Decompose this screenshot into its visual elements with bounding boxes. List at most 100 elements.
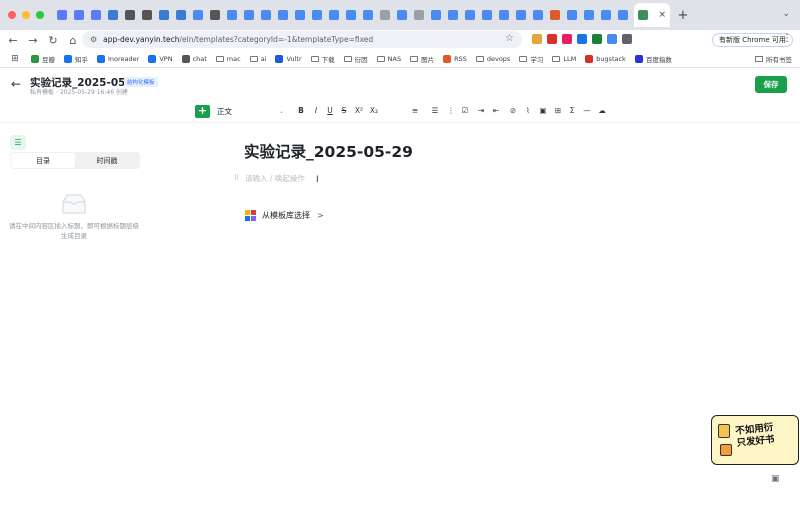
align-button[interactable]: ≡ bbox=[410, 106, 420, 115]
pinned-tab[interactable] bbox=[173, 4, 189, 26]
close-tab-icon[interactable]: × bbox=[658, 10, 666, 20]
pinned-tab[interactable] bbox=[411, 4, 427, 26]
pinned-tab[interactable] bbox=[445, 4, 461, 26]
tab-search-icon[interactable]: ⌄ bbox=[782, 9, 790, 19]
bookmark-item[interactable]: 衍因 bbox=[343, 54, 368, 64]
bookmark-item[interactable]: Inoreader bbox=[97, 54, 139, 63]
pinned-tab[interactable] bbox=[224, 4, 240, 26]
more-button[interactable]: ☁ bbox=[597, 106, 607, 115]
new-tab-button[interactable]: + bbox=[676, 8, 690, 23]
pinned-tab[interactable] bbox=[105, 4, 121, 26]
pinned-tab[interactable] bbox=[241, 4, 257, 26]
bullet-list-button[interactable]: ☰ bbox=[430, 106, 440, 115]
divider-button[interactable]: — bbox=[582, 106, 592, 115]
save-button[interactable]: 保存 bbox=[755, 76, 787, 93]
pinned-tab[interactable] bbox=[462, 4, 478, 26]
bookmark-item[interactable]: NAS bbox=[376, 55, 401, 63]
outdent-button[interactable]: ⇤ bbox=[491, 106, 501, 115]
pinned-tab[interactable] bbox=[258, 4, 274, 26]
pinned-tab[interactable] bbox=[598, 4, 614, 26]
pinned-tab[interactable] bbox=[309, 4, 325, 26]
pinned-tab[interactable] bbox=[615, 4, 631, 26]
bold-button[interactable]: B bbox=[296, 106, 306, 115]
update-chrome-button[interactable]: 有新版 Chrome 可用 bbox=[712, 33, 793, 47]
underline-button[interactable]: U bbox=[325, 106, 335, 115]
pinned-tab[interactable] bbox=[360, 4, 376, 26]
extension-icon[interactable] bbox=[577, 34, 587, 44]
bookmark-item[interactable]: mac bbox=[215, 55, 241, 63]
formula-button[interactable]: Σ bbox=[567, 106, 577, 115]
indent-button[interactable]: ⇥ bbox=[476, 106, 486, 115]
zoom-window-button[interactable] bbox=[36, 11, 44, 19]
pinned-tab[interactable] bbox=[326, 4, 342, 26]
drag-handle-icon[interactable]: ⠿ bbox=[234, 174, 239, 182]
block-style-select[interactable]: 正文 bbox=[217, 106, 232, 117]
bookmark-item[interactable]: bugstack bbox=[585, 54, 626, 63]
all-bookmarks-folder[interactable]: 所有书签 bbox=[755, 54, 792, 64]
back-button[interactable]: ← bbox=[3, 34, 23, 47]
bookmark-item[interactable]: 图片 bbox=[410, 54, 434, 64]
bookmark-item[interactable]: LLM bbox=[552, 55, 576, 63]
apps-grid-icon[interactable]: ⊞ bbox=[8, 54, 22, 64]
chevron-down-icon[interactable]: ⌄ bbox=[279, 108, 284, 115]
pinned-tab[interactable] bbox=[581, 4, 597, 26]
address-bar[interactable]: ⚙ app-dev.yanyin.tech/eln/templates?cate… bbox=[82, 31, 522, 48]
feedback-icon[interactable]: ▣ bbox=[771, 474, 780, 484]
superscript-button[interactable]: X² bbox=[354, 106, 364, 115]
minimize-window-button[interactable] bbox=[22, 11, 30, 19]
ordered-list-button[interactable]: ⋮ bbox=[446, 106, 456, 115]
bookmark-item[interactable]: 学习 bbox=[519, 54, 543, 64]
pinned-tab[interactable] bbox=[88, 4, 104, 26]
pinned-tab[interactable] bbox=[275, 4, 291, 26]
extension-icon[interactable] bbox=[592, 34, 602, 44]
pinned-tab[interactable] bbox=[343, 4, 359, 26]
pinned-tab[interactable] bbox=[496, 4, 512, 26]
pinned-tab[interactable] bbox=[156, 4, 172, 26]
pinned-tab[interactable] bbox=[292, 4, 308, 26]
attachment-button[interactable]: ⌇ bbox=[523, 106, 533, 115]
reload-button[interactable]: ↻ bbox=[43, 34, 63, 47]
bookmark-item[interactable]: devops bbox=[475, 55, 510, 63]
home-button[interactable]: ⌂ bbox=[63, 34, 83, 47]
forward-button[interactable]: → bbox=[23, 34, 43, 47]
bookmark-item[interactable]: 知乎 bbox=[64, 54, 88, 64]
pinned-tab[interactable] bbox=[54, 4, 70, 26]
back-arrow-icon[interactable]: ← bbox=[11, 77, 21, 91]
bookmark-item[interactable]: RSS bbox=[443, 54, 467, 63]
insert-block-button[interactable]: + bbox=[195, 105, 210, 118]
editor-title[interactable]: 实验记录_2025-05-29 bbox=[244, 140, 413, 162]
pinned-tab[interactable] bbox=[564, 4, 580, 26]
pinned-tab[interactable] bbox=[394, 4, 410, 26]
pinned-tab[interactable] bbox=[190, 4, 206, 26]
extension-icon[interactable] bbox=[547, 34, 557, 44]
bookmark-item[interactable]: 下载 bbox=[310, 54, 335, 64]
choose-from-template-link[interactable]: 从模板库选择 > bbox=[245, 210, 324, 221]
todo-list-button[interactable]: ☑ bbox=[460, 106, 470, 115]
bookmark-star-icon[interactable]: ☆ bbox=[505, 33, 514, 44]
bookmark-item[interactable]: 豆瓣 bbox=[31, 54, 55, 64]
extension-icon[interactable] bbox=[532, 34, 542, 44]
site-info-icon[interactable]: ⚙ bbox=[90, 35, 97, 44]
pinned-tab[interactable] bbox=[513, 4, 529, 26]
outline-toggle-icon[interactable]: ☰ bbox=[10, 135, 26, 150]
pinned-tab[interactable] bbox=[428, 4, 444, 26]
image-button[interactable]: ▣ bbox=[538, 106, 548, 115]
editor-body-placeholder[interactable]: 请输入 / 唤起操作 bbox=[245, 173, 305, 184]
link-button[interactable]: ⊘ bbox=[508, 106, 518, 115]
bookmark-item[interactable]: 百度指数 bbox=[634, 54, 672, 64]
italic-button[interactable]: I bbox=[311, 106, 321, 115]
bookmark-item[interactable]: chat bbox=[181, 54, 207, 63]
close-window-button[interactable] bbox=[8, 11, 16, 19]
pinned-tab[interactable] bbox=[139, 4, 155, 26]
bookmark-item[interactable]: VPN bbox=[148, 54, 173, 63]
extension-icon[interactable] bbox=[622, 34, 632, 44]
pinned-tab[interactable] bbox=[547, 4, 563, 26]
pinned-tab[interactable] bbox=[71, 4, 87, 26]
pinned-tab[interactable] bbox=[122, 4, 138, 26]
pinned-tab[interactable] bbox=[530, 4, 546, 26]
tab-outline[interactable]: 目录 bbox=[11, 153, 75, 168]
pinned-tab[interactable] bbox=[207, 4, 223, 26]
pinned-tab[interactable] bbox=[479, 4, 495, 26]
subscript-button[interactable]: X₂ bbox=[369, 106, 379, 115]
pinned-tab[interactable] bbox=[377, 4, 393, 26]
